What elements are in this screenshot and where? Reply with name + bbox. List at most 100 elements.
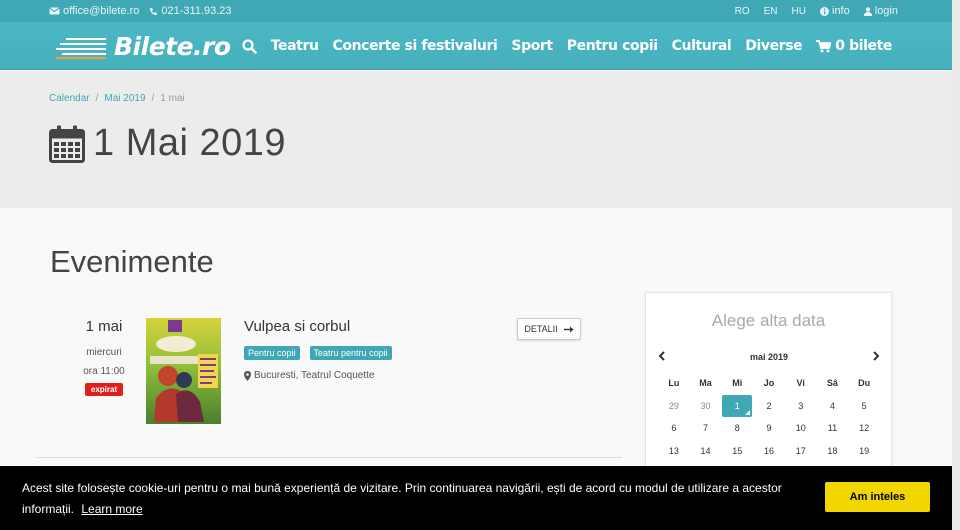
weekday-header: Jo	[763, 378, 775, 389]
calendar-day[interactable]: 13	[658, 440, 690, 463]
search-icon	[242, 38, 257, 54]
envelope-icon	[49, 7, 60, 15]
details-label: DETALII	[524, 324, 558, 334]
page-title: 1 Mai 2019	[49, 122, 286, 165]
nav-item-pentru-copii[interactable]: Pentru copii	[567, 38, 658, 54]
nav-item-teatru[interactable]: Teatru	[271, 38, 319, 54]
event-card: 1 mai miercuri ora 11:00 expirat Vulpea …	[36, 304, 622, 458]
phone-link[interactable]: 021-311.93.23	[149, 5, 232, 17]
brand-name: Bilete.ro	[114, 32, 231, 61]
next-month-button[interactable]	[872, 351, 880, 363]
search-button[interactable]	[242, 38, 257, 54]
email-text: office@bilete.ro	[63, 5, 140, 17]
calendar-day[interactable]: 17	[785, 440, 817, 463]
calendar-day[interactable]: 7	[690, 417, 722, 440]
info-icon	[820, 6, 829, 16]
calendar-day[interactable]: 12	[848, 417, 880, 440]
email-link[interactable]: office@bilete.ro	[49, 5, 139, 17]
prev-month-button[interactable]	[658, 351, 666, 363]
calendar-day-selected[interactable]: 1	[722, 394, 753, 417]
accept-cookies-button[interactable]: Am inteles	[825, 482, 930, 512]
calendar-day[interactable]: 18	[817, 440, 849, 463]
lang-hu[interactable]: HU	[792, 6, 806, 17]
weekday-header: Sâ	[826, 378, 838, 389]
calendar-day[interactable]: 16	[753, 440, 785, 463]
breadcrumb-month[interactable]: Mai 2019	[104, 93, 145, 104]
event-date-block: 1 mai miercuri ora 11:00 expirat	[76, 318, 132, 397]
calendar-day[interactable]: 3	[785, 395, 817, 418]
breadcrumb-calendar[interactable]: Calendar	[49, 93, 90, 104]
event-location: Bucuresti, Teatrul Coquette	[244, 370, 374, 381]
event-poster[interactable]	[146, 318, 221, 424]
main-navbar: Bilete.ro Teatru Concerte si festivaluri…	[0, 22, 952, 70]
tag-teatru-pentru-copii[interactable]: Teatru pentru copii	[309, 346, 392, 360]
calendar-day[interactable]: 14	[690, 440, 722, 463]
weekday-header: Vi	[796, 378, 805, 389]
contact-info: office@bilete.ro 021-311.93.23	[49, 5, 232, 17]
event-poster-image	[146, 318, 221, 424]
event-tags: Pentru copii Teatru pentru copii	[244, 346, 392, 360]
calendar-day[interactable]: 4	[817, 395, 849, 418]
calendar-grid: Lu Ma Mi Jo Vi Sâ Du 29 30 1 2 3 4 5 6 7…	[658, 372, 880, 462]
calendar-day[interactable]: 2	[753, 395, 785, 418]
nav-item-diverse[interactable]: Diverse	[745, 38, 802, 54]
expired-badge: expirat	[84, 383, 124, 396]
main-nav: Teatru Concerte si festivaluri Sport Pen…	[242, 38, 892, 54]
user-icon	[863, 6, 872, 16]
tag-pentru-copii[interactable]: Pentru copii	[244, 346, 300, 360]
calendar-day[interactable]: 5	[848, 395, 880, 418]
calendar-day[interactable]: 15	[721, 440, 753, 463]
event-title[interactable]: Vulpea si corbul	[244, 318, 350, 335]
site-logo[interactable]: Bilete.ro	[56, 32, 231, 61]
nav-item-concerte[interactable]: Concerte si festivaluri	[333, 38, 498, 54]
calendar-day[interactable]: 29	[658, 395, 690, 418]
chevron-left-icon	[658, 351, 665, 361]
cookie-message: Acest site folosește cookie-uri pentru o…	[22, 478, 802, 520]
event-weekday: miercuri	[86, 347, 122, 358]
calendar-day[interactable]: 6	[658, 417, 690, 440]
nav-item-sport[interactable]: Sport	[511, 38, 553, 54]
weekday-header: Du	[858, 378, 871, 389]
calendar-icon	[49, 125, 85, 163]
calendar-day[interactable]: 11	[817, 417, 849, 440]
page-scrollbar[interactable]	[952, 0, 960, 530]
phone-icon	[150, 7, 158, 15]
event-day: 1 mai	[85, 318, 123, 335]
info-link[interactable]: info	[820, 5, 850, 17]
weekday-header: Ma	[699, 378, 712, 389]
calendar-day[interactable]: 10	[785, 417, 817, 440]
logo-speed-lines	[56, 35, 110, 59]
calendar-day[interactable]: 30	[690, 395, 722, 418]
page-header: Calendar / Mai 2019 / 1 mai 1 Mai 2019	[0, 71, 952, 208]
event-time: ora 11:00	[83, 366, 125, 377]
map-marker-icon	[244, 370, 251, 381]
details-button[interactable]: DETALII	[517, 318, 581, 340]
section-title: Evenimente	[50, 244, 214, 279]
calendar-day[interactable]: 19	[848, 440, 880, 463]
top-info-bar: office@bilete.ro 021-311.93.23 RO EN HU …	[0, 0, 952, 22]
phone-text: 021-311.93.23	[161, 5, 232, 17]
calendar-day[interactable]: 9	[753, 417, 785, 440]
page-title-text: 1 Mai 2019	[93, 122, 287, 164]
cart-button[interactable]: 0 bilete	[816, 38, 892, 54]
info-label: info	[832, 5, 850, 17]
login-label: login	[874, 5, 898, 17]
weekday-header: Mi	[732, 378, 743, 389]
arrow-right-icon	[563, 326, 574, 332]
calendar-month-label[interactable]: mai 2019	[750, 352, 788, 362]
event-location-text: Bucuresti, Teatrul Coquette	[254, 370, 375, 381]
date-picker-title: Alege alta data	[711, 311, 826, 330]
lang-en[interactable]: EN	[764, 6, 778, 17]
nav-item-cultural[interactable]: Cultural	[672, 38, 732, 54]
breadcrumb-separator: /	[151, 93, 155, 104]
cart-label: 0 bilete	[835, 38, 892, 54]
calendar-day[interactable]: 8	[721, 417, 753, 440]
calendar-month-nav: mai 2019	[658, 351, 880, 363]
weekday-header: Lu	[668, 378, 680, 389]
lang-ro[interactable]: RO	[735, 6, 750, 17]
top-right-links: RO EN HU info login	[735, 5, 898, 17]
learn-more-link[interactable]: Learn more	[81, 502, 142, 516]
breadcrumb: Calendar / Mai 2019 / 1 mai	[49, 93, 185, 104]
breadcrumb-current: 1 mai	[160, 93, 185, 104]
login-link[interactable]: login	[863, 5, 898, 17]
